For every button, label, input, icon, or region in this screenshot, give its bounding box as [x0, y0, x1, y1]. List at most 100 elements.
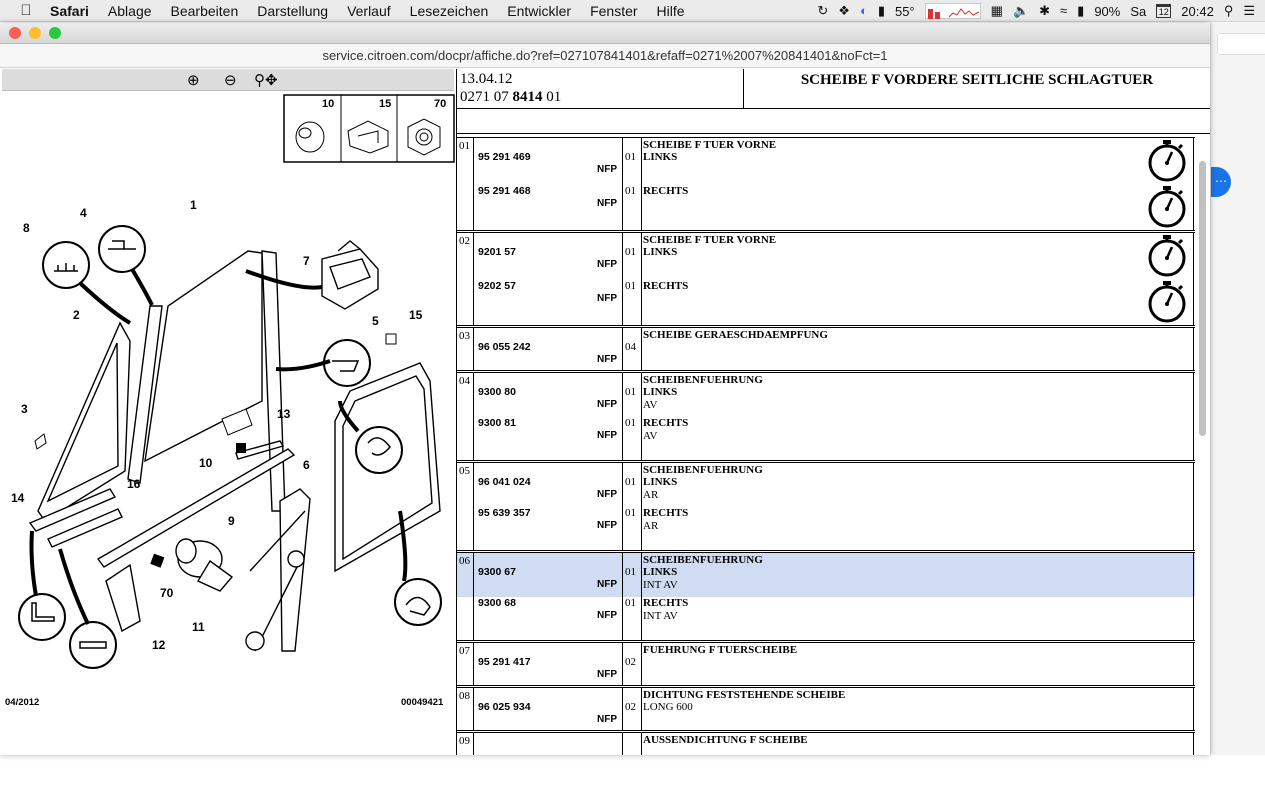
- part-number[interactable]: 95 291 469: [478, 151, 531, 163]
- battery-icon[interactable]: ▮: [1077, 0, 1084, 22]
- part-quantity: 02: [625, 701, 636, 713]
- group-number: 06: [457, 553, 474, 640]
- parts-group[interactable]: 09 AUSSENDICHTUNG F SCHEIBE: [457, 732, 1195, 755]
- page-title: SCHEIBE F VORDERE SEITLICHE SCHLAGTUER: [800, 72, 1154, 88]
- group-description: SCHEIBE F TUER VORNE: [643, 234, 777, 246]
- part-number[interactable]: 95 639 357: [478, 507, 531, 519]
- labor-time-icon[interactable]: [1147, 138, 1187, 182]
- legend-number: 15: [379, 98, 391, 110]
- menu-verlauf[interactable]: Verlauf: [347, 3, 391, 19]
- group-description: SCHEIBENFUEHRUNG: [643, 464, 763, 476]
- thermometer-icon: ▮: [877, 3, 885, 18]
- parts-subheader: [457, 109, 1210, 134]
- part-number[interactable]: 9300 68: [478, 597, 516, 609]
- more-options-icon: ⋯: [1211, 167, 1231, 197]
- part-variant: AR: [643, 489, 659, 501]
- diagram-panel: ⊕ ⊖ ⚲✥ 10 15 70 1 2 3 4 5 6 7 8 9 10 11 …: [0, 69, 456, 755]
- parts-group[interactable]: 04 SCHEIBENFUEHRUNG 9300 80 NFP 01 LINKS AV 930…: [457, 372, 1195, 461]
- part-quantity: 01: [625, 185, 636, 197]
- nfp-label: NFP: [597, 198, 617, 209]
- zoom-pan-icon[interactable]: ⚲✥: [254, 71, 278, 89]
- parts-list: 01 SCHEIBE F TUER VORNE 95 291 469 NFP 01 LIN…: [457, 137, 1197, 755]
- address-bar[interactable]: service.citroen.com/docpr/affiche.do?ref…: [0, 44, 1210, 68]
- callout-1: 1: [190, 198, 197, 212]
- nfp-label: NFP: [597, 714, 617, 725]
- close-window-button[interactable]: [9, 27, 21, 39]
- cpu-graph-icon[interactable]: [924, 3, 981, 19]
- ref-prefix: 0271 07: [460, 89, 513, 105]
- title-bar: [0, 23, 1210, 44]
- parts-group[interactable]: 03 SCHEIBE GERAESCHDAEMPFUNG 96 055 242 NFP…: [457, 327, 1195, 371]
- apple-menu-icon[interactable]: : [16, 2, 36, 19]
- part-number[interactable]: 95 291 417: [478, 656, 531, 668]
- callout-7: 7: [303, 254, 310, 268]
- volume-icon[interactable]: 🔈: [1013, 0, 1029, 22]
- temperature-readout[interactable]: 55°: [895, 4, 915, 19]
- part-number[interactable]: 96 025 934: [478, 701, 531, 713]
- callout-4: 4: [80, 206, 87, 220]
- sync-icon[interactable]: ↻: [817, 0, 828, 22]
- part-number[interactable]: 9202 57: [478, 280, 516, 292]
- callout-6: 6: [303, 458, 310, 472]
- group-number: 07: [457, 643, 474, 685]
- wifi-icon[interactable]: ≈: [1060, 0, 1067, 22]
- callout-2: 2: [73, 308, 80, 322]
- spotlight-search-icon[interactable]: ⚲: [1224, 0, 1234, 22]
- menu-fenster[interactable]: Fenster: [590, 3, 637, 19]
- part-variant: LINKS: [643, 246, 678, 258]
- vertical-scrollbar[interactable]: [1197, 161, 1207, 801]
- callout-9: 9: [228, 514, 235, 528]
- moon-icon[interactable]: ◐: [860, 0, 868, 22]
- parts-group[interactable]: 06 SCHEIBENFUEHRUNG 9300 67 NFP 01 LINKS INT A…: [457, 552, 1195, 641]
- part-quantity: 01: [625, 280, 636, 292]
- zoom-out-icon[interactable]: ⊖: [224, 71, 237, 89]
- nfp-label: NFP: [597, 293, 617, 304]
- table-cell: [624, 733, 642, 755]
- callout-15: 15: [409, 308, 423, 322]
- parts-group[interactable]: 07 FUEHRUNG F TUERSCHEIBE 95 291 417 NFP 02: [457, 642, 1195, 686]
- browser-window: service.citroen.com/docpr/affiche.do?ref…: [0, 23, 1210, 755]
- menu-ablage[interactable]: Ablage: [108, 3, 152, 19]
- menu-bar:  Safari Ablage Bearbeiten Darstellung V…: [0, 0, 1265, 22]
- battery-percent: 90%: [1094, 3, 1121, 19]
- labor-time-icon[interactable]: [1147, 279, 1187, 323]
- part-number[interactable]: 95 291 468: [478, 185, 531, 197]
- part-number[interactable]: 9300 67: [478, 566, 516, 578]
- menu-darstellung[interactable]: Darstellung: [257, 3, 328, 19]
- nfp-label: NFP: [597, 164, 617, 175]
- minimize-window-button[interactable]: [29, 27, 41, 39]
- callout-16: 16: [127, 477, 141, 491]
- callout-3: 3: [21, 402, 28, 416]
- parts-group[interactable]: 02 SCHEIBE F TUER VORNE 9201 57 NFP 01 LINKS 9…: [457, 232, 1195, 326]
- notification-center-icon[interactable]: ☰: [1243, 0, 1255, 22]
- clock[interactable]: 20:42: [1181, 4, 1214, 19]
- part-variant: LONG 600: [643, 701, 693, 713]
- zoom-in-icon[interactable]: ⊕: [187, 71, 200, 89]
- part-number[interactable]: 9300 80: [478, 386, 516, 398]
- part-number[interactable]: 96 055 242: [478, 341, 531, 353]
- part-number[interactable]: 9201 57: [478, 246, 516, 258]
- parts-group[interactable]: 05 SCHEIBENFUEHRUNG 96 041 024 NFP 01 LINKS AR…: [457, 462, 1195, 551]
- menu-bearbeiten[interactable]: Bearbeiten: [171, 3, 239, 19]
- zoom-window-button[interactable]: [49, 27, 61, 39]
- part-number[interactable]: 9300 81: [478, 417, 516, 429]
- calendar-icon[interactable]: 12: [1156, 4, 1172, 18]
- menu-lesezeichen[interactable]: Lesezeichen: [410, 3, 489, 19]
- parts-group[interactable]: 08 DICHTUNG FESTSTEHENDE SCHEIBE 96 025 93…: [457, 687, 1195, 731]
- window-icon[interactable]: ▦: [991, 0, 1003, 22]
- group-description: SCHEIBENFUEHRUNG: [643, 554, 763, 566]
- group-description: SCHEIBENFUEHRUNG: [643, 374, 763, 386]
- menu-entwickler[interactable]: Entwickler: [507, 3, 571, 19]
- labor-time-icon[interactable]: [1147, 184, 1187, 228]
- part-number[interactable]: 96 041 024: [478, 476, 531, 488]
- menu-app-safari[interactable]: Safari: [50, 3, 89, 19]
- group-number: 08: [457, 688, 474, 730]
- nfp-label: NFP: [597, 259, 617, 270]
- scrollbar-thumb[interactable]: [1199, 161, 1206, 436]
- parts-group[interactable]: 01 SCHEIBE F TUER VORNE 95 291 469 NFP 01 LIN…: [457, 137, 1195, 231]
- menu-hilfe[interactable]: Hilfe: [657, 3, 685, 19]
- bluetooth-icon[interactable]: ✱: [1039, 0, 1050, 22]
- group-description: DICHTUNG FESTSTEHENDE SCHEIBE: [643, 689, 846, 701]
- labor-time-icon[interactable]: [1147, 233, 1187, 277]
- dropbox-icon[interactable]: ❖: [838, 0, 850, 22]
